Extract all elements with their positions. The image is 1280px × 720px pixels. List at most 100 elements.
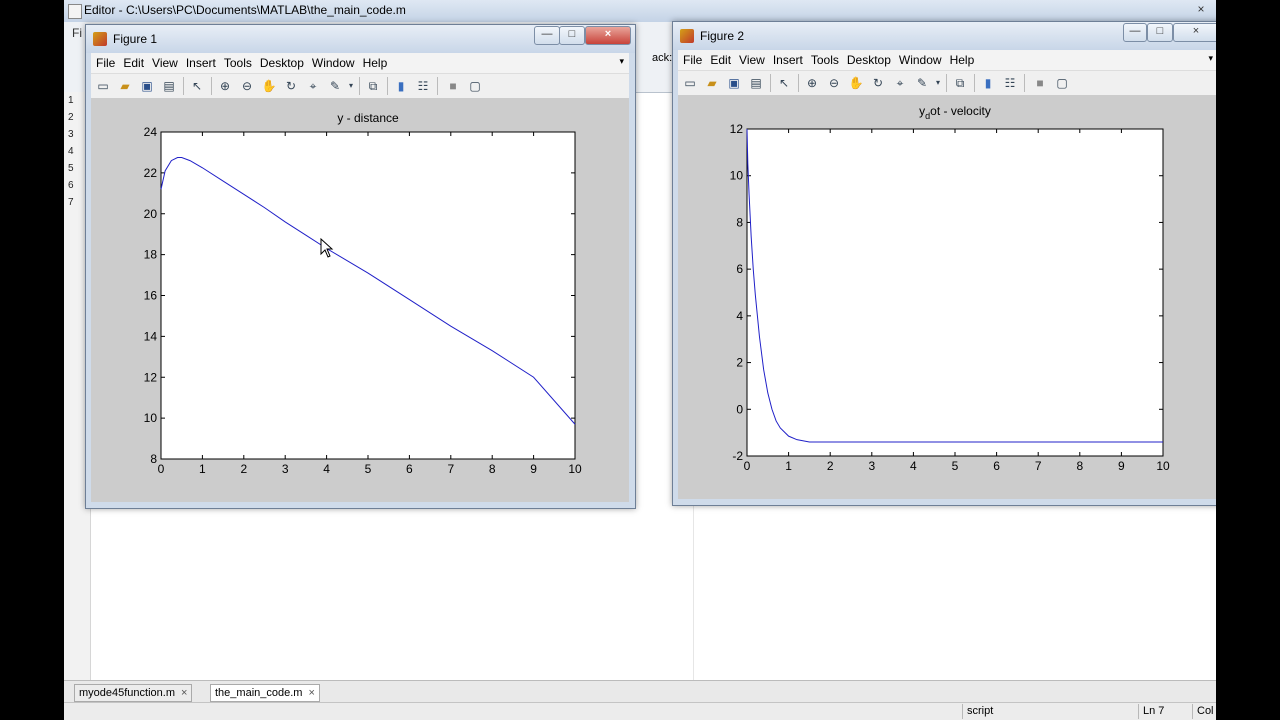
colorbar-icon[interactable]: ▮ xyxy=(980,75,996,91)
zoom-in-icon[interactable]: ⊕ xyxy=(217,78,233,94)
menu-dock-arrow-icon[interactable]: ▾ xyxy=(619,56,624,67)
minimize-button[interactable]: — xyxy=(1123,23,1147,42)
y-tick-label: 24 xyxy=(144,125,158,139)
y-tick-label: 12 xyxy=(730,122,744,136)
close-button[interactable]: × xyxy=(585,26,631,45)
x-tick-label: 4 xyxy=(323,462,330,476)
y-tick-label: 8 xyxy=(736,215,743,229)
y-tick-label: 10 xyxy=(144,411,158,425)
y-tick-label: 10 xyxy=(730,169,744,183)
x-tick-label: 7 xyxy=(447,462,454,476)
matlab-logo-icon xyxy=(93,32,107,46)
tab-the-main-code[interactable]: the_main_code.m × xyxy=(210,684,320,702)
minimize-button[interactable]: — xyxy=(534,26,560,45)
menu-help[interactable]: Help xyxy=(945,50,978,67)
y-tick-label: 12 xyxy=(144,370,158,384)
pan-hand-icon[interactable]: ✋ xyxy=(848,75,864,91)
zoom-out-icon[interactable]: ⊖ xyxy=(826,75,842,91)
pointer-icon[interactable]: ↖ xyxy=(189,78,205,94)
maximize-button[interactable]: □ xyxy=(1147,23,1173,42)
x-tick-label: 6 xyxy=(406,462,413,476)
colorbar-icon[interactable]: ▮ xyxy=(393,78,409,94)
menu-tools[interactable]: Tools xyxy=(806,50,842,67)
print-icon[interactable]: ▤ xyxy=(161,78,177,94)
pointer-icon[interactable]: ↖ xyxy=(776,75,792,91)
editor-close-button[interactable]: × xyxy=(1190,2,1212,18)
editor-menu-file[interactable]: Fi xyxy=(72,26,82,40)
figure-2-toolbar: ▭ ▰ ▣ ▤ ↖ ⊕ ⊖ ✋ ↻ ⌖ ✎ ▾ ⧉ ▮ ☷ ■ ▢ xyxy=(678,71,1216,96)
save-icon[interactable]: ▣ xyxy=(139,78,155,94)
y-tick-label: 4 xyxy=(736,309,743,323)
menu-desktop[interactable]: Desktop xyxy=(842,50,894,67)
menu-edit[interactable]: Edit xyxy=(118,53,147,70)
hide-plot-tools-icon[interactable]: ■ xyxy=(445,78,461,94)
matlab-logo-icon xyxy=(680,29,694,43)
link-icon[interactable]: ⧉ xyxy=(365,78,381,94)
data-cursor-icon[interactable]: ⌖ xyxy=(305,78,321,94)
menu-file[interactable]: File xyxy=(678,50,705,67)
new-figure-icon[interactable]: ▭ xyxy=(682,75,698,91)
editor-window-title: Editor - C:\Users\PC\Documents\MATLAB\th… xyxy=(84,3,406,17)
open-file-icon[interactable]: ▰ xyxy=(117,78,133,94)
menu-desktop[interactable]: Desktop xyxy=(255,53,307,70)
show-plot-tools-icon[interactable]: ▢ xyxy=(1054,75,1070,91)
new-figure-icon[interactable]: ▭ xyxy=(95,78,111,94)
figure-2-canvas: 0 1 2 3 4 5 6 7 8 9 10 -2 0 2 4 6 8 10 12 ydot - velocity xyxy=(678,95,1216,499)
figure-1-toolbar: ▭ ▰ ▣ ▤ ↖ ⊕ ⊖ ✋ ↻ ⌖ ✎ ▾ ⧉ ▮ ☷ ■ ▢ xyxy=(91,74,629,99)
data-cursor-icon[interactable]: ⌖ xyxy=(892,75,908,91)
chart-2-svg: 0 1 2 3 4 5 6 7 8 9 10-2024681012ydot - velocity xyxy=(730,104,1170,473)
figure-2-title-bar[interactable]: Figure 2 — □ × xyxy=(673,22,1216,50)
zoom-out-icon[interactable]: ⊖ xyxy=(239,78,255,94)
x-tick-label: 6 xyxy=(993,459,1000,473)
legend-icon[interactable]: ☷ xyxy=(415,78,431,94)
tab-close-icon[interactable]: × xyxy=(181,687,187,699)
x-tick-label: 10 xyxy=(568,462,582,476)
menu-file[interactable]: File xyxy=(91,53,118,70)
tab-close-icon[interactable]: × xyxy=(308,687,314,699)
menu-window[interactable]: Window xyxy=(307,53,358,70)
figure-2-menu-bar: File Edit View Insert Tools Desktop Window Help… xyxy=(678,50,1216,71)
pan-hand-icon[interactable]: ✋ xyxy=(261,78,277,94)
figure-2-window[interactable]: Figure 2 — □ × File Edit View Insert Tools De… xyxy=(672,21,1216,506)
link-icon[interactable]: ⧉ xyxy=(952,75,968,91)
brush-icon[interactable]: ✎ xyxy=(914,75,930,91)
rotate-3d-icon[interactable]: ↻ xyxy=(870,75,886,91)
menu-window[interactable]: Window xyxy=(894,50,945,67)
x-tick-label: 4 xyxy=(910,459,917,473)
menu-edit[interactable]: Edit xyxy=(705,50,734,67)
x-tick-label: 3 xyxy=(282,462,289,476)
chart-title: y - distance xyxy=(337,111,399,125)
save-icon[interactable]: ▣ xyxy=(726,75,742,91)
zoom-in-icon[interactable]: ⊕ xyxy=(804,75,820,91)
legend-icon[interactable]: ☷ xyxy=(1002,75,1018,91)
y-tick-label: 18 xyxy=(144,248,158,262)
editor-title-bar[interactable]: Editor - C:\Users\PC\Documents\MATLAB\th… xyxy=(64,0,1216,23)
hide-plot-tools-icon[interactable]: ■ xyxy=(1032,75,1048,91)
menu-help[interactable]: Help xyxy=(358,53,391,70)
menu-view[interactable]: View xyxy=(734,50,768,67)
figure-1-window[interactable]: Figure 1 — □ × File Edit View Insert Tools De… xyxy=(85,24,636,509)
menu-tools[interactable]: Tools xyxy=(219,53,255,70)
maximize-button[interactable]: □ xyxy=(559,26,585,45)
rotate-3d-icon[interactable]: ↻ xyxy=(283,78,299,94)
menu-insert[interactable]: Insert xyxy=(181,53,219,70)
brush-dropdown-icon[interactable]: ▾ xyxy=(930,75,946,91)
open-file-icon[interactable]: ▰ xyxy=(704,75,720,91)
y-tick-label: 22 xyxy=(144,166,158,180)
x-tick-label: 1 xyxy=(785,459,792,473)
tab-myode45function[interactable]: myode45function.m × xyxy=(74,684,193,702)
brush-icon[interactable]: ✎ xyxy=(327,78,343,94)
close-button[interactable]: × xyxy=(1173,23,1216,42)
menu-view[interactable]: View xyxy=(147,53,181,70)
print-icon[interactable]: ▤ xyxy=(748,75,764,91)
brush-dropdown-icon[interactable]: ▾ xyxy=(343,78,359,94)
figure-1-title-bar[interactable]: Figure 1 — □ × xyxy=(86,25,635,53)
chart-title: ydot - velocity xyxy=(919,104,991,121)
menu-insert[interactable]: Insert xyxy=(768,50,806,67)
show-plot-tools-icon[interactable]: ▢ xyxy=(467,78,483,94)
figure-1-canvas: 0 1 2 3 4 5 6 7 8 9 10 8 10 12 14 16 18 20 22 24 y - distanc… xyxy=(91,98,629,502)
menu-dock-arrow-icon[interactable]: ▾ xyxy=(1208,53,1213,64)
x-tick-label: 8 xyxy=(489,462,496,476)
x-tick-label: 0 xyxy=(158,462,165,476)
mouse-cursor-icon xyxy=(320,238,334,258)
